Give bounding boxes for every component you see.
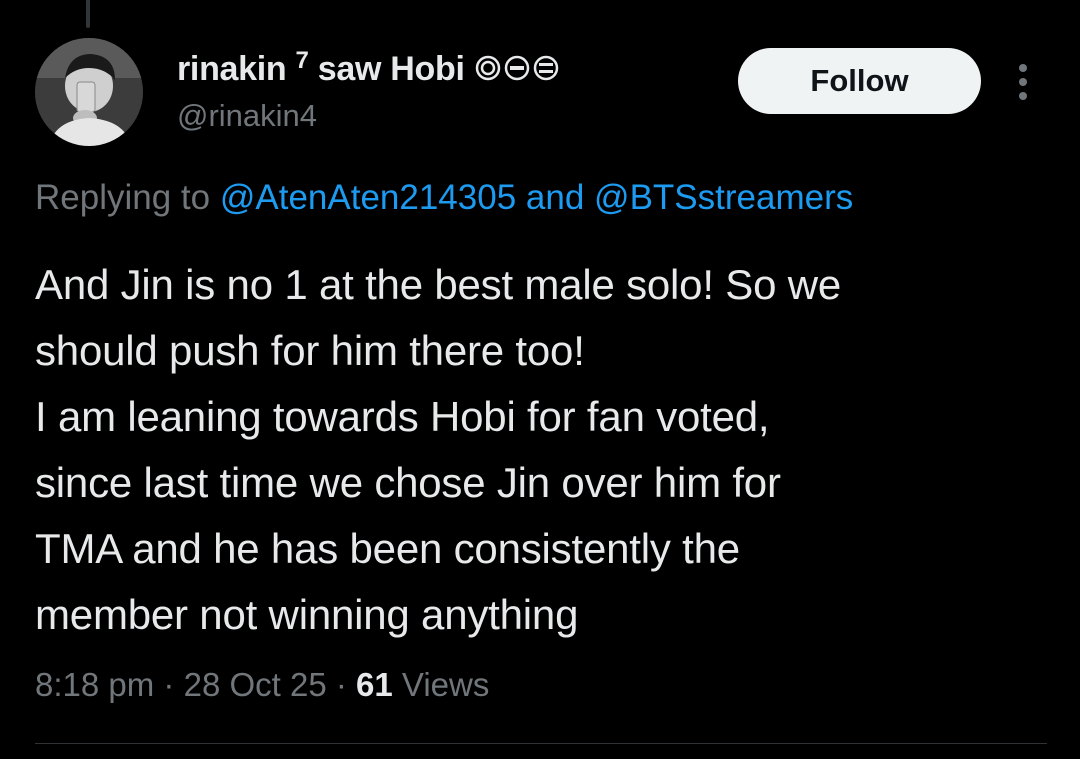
thread-connector-line [86, 0, 90, 28]
author-name-row[interactable]: rinakin 7 saw Hobi [177, 46, 559, 90]
tweet-meta: 8:18 pm · 28 Oct 25 · 61 Views [35, 666, 489, 704]
more-options-button[interactable] [1008, 60, 1038, 104]
divider [35, 743, 1047, 744]
mention-link[interactable]: @AtenAten214305 [220, 178, 516, 217]
author-name-superscript: 7 [295, 47, 309, 74]
avatar[interactable] [35, 38, 143, 146]
tweet-text: And Jin is no 1 at the best male solo! S… [35, 261, 841, 638]
tweet-time[interactable]: 8:18 pm [35, 666, 154, 703]
purple-circle-emoji-icon [475, 55, 500, 81]
mention-link[interactable]: @BTSstreamers [594, 178, 853, 217]
follow-button[interactable]: Follow [738, 48, 981, 114]
views-label: Views [401, 666, 490, 703]
purple-circle-emoji-icon [533, 55, 558, 81]
meta-separator: · [163, 666, 175, 703]
replying-to-line: Replying to @AtenAten214305 and @BTSstre… [35, 178, 853, 218]
avatar-photo [35, 38, 143, 146]
mention-connector: and [525, 178, 585, 217]
author-name-suffix: saw Hobi [317, 50, 465, 88]
more-vertical-icon [1019, 64, 1027, 100]
views-count: 61 [356, 666, 393, 703]
author-display-name: rinakin 7 saw Hobi [177, 47, 465, 89]
author-handle[interactable]: @rinakin4 [177, 98, 317, 134]
purple-circle-emoji-icon [504, 55, 529, 81]
meta-separator: · [335, 666, 347, 703]
author-name: rinakin [177, 50, 287, 88]
tweet-date[interactable]: 28 Oct 25 [184, 666, 327, 703]
replying-to-label: Replying to [35, 178, 211, 217]
name-emoji-group [475, 55, 559, 81]
